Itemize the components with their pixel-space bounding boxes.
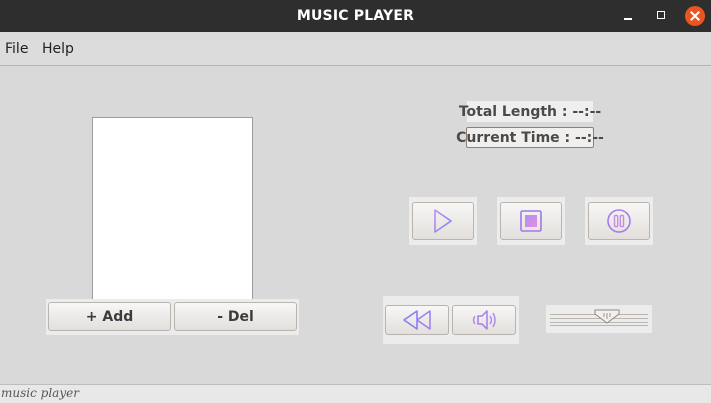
delete-button[interactable]: - Del — [174, 302, 297, 331]
pause-button[interactable] — [588, 202, 650, 240]
pause-panel — [585, 197, 653, 245]
maximize-icon[interactable] — [651, 6, 671, 26]
minimize-icon[interactable] — [618, 6, 638, 26]
menu-bar: File Help — [0, 32, 711, 66]
close-icon[interactable] — [685, 6, 705, 26]
current-time-label: Current Time : --:-- — [456, 127, 604, 148]
slider-thumb-icon — [594, 309, 620, 324]
volume-slider-panel — [546, 305, 652, 333]
play-button[interactable] — [412, 202, 474, 240]
volume-button[interactable] — [452, 305, 516, 335]
play-panel — [409, 197, 477, 245]
playlist-box[interactable] — [92, 117, 253, 300]
rewind-icon — [403, 310, 431, 330]
menu-file[interactable]: File — [5, 41, 28, 57]
extra-controls-panel — [383, 296, 519, 344]
volume-slider-handle[interactable] — [594, 309, 620, 324]
pause-icon — [607, 209, 631, 233]
stop-panel — [497, 197, 565, 245]
play-icon — [434, 209, 452, 233]
menu-help[interactable]: Help — [42, 41, 74, 57]
volume-icon — [472, 310, 496, 330]
status-bar: music player — [0, 384, 711, 403]
status-text: music player — [1, 386, 79, 400]
title-bar: MUSIC PLAYER — [0, 0, 711, 32]
total-length-label: Total Length : --:-- — [459, 101, 601, 122]
stop-button[interactable] — [500, 202, 562, 240]
stop-icon — [520, 210, 542, 232]
playlist-button-group: + Add - Del — [46, 299, 299, 335]
window-title: MUSIC PLAYER — [296, 8, 415, 24]
rewind-button[interactable] — [385, 305, 449, 335]
add-button[interactable]: + Add — [48, 302, 171, 331]
